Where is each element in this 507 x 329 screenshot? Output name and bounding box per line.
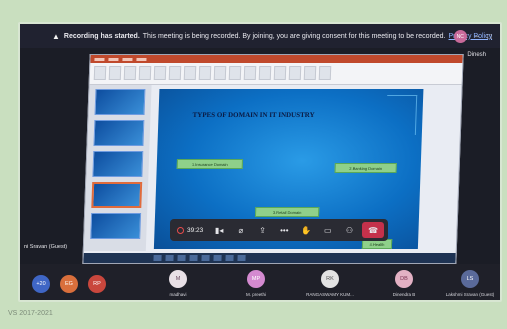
leave-icon[interactable]: ☎ — [362, 222, 384, 238]
participant-avatar: RK — [321, 270, 339, 288]
raise-hand-icon[interactable]: ✋ — [297, 222, 315, 238]
circuit-decoration — [385, 95, 418, 135]
warning-icon: ▲ — [52, 31, 60, 41]
slide-thumbnail[interactable] — [93, 120, 145, 146]
slide-box-retail: 3.Retail Domain — [254, 207, 320, 217]
participant-avatar-rp[interactable]: RP — [88, 275, 106, 293]
maximize-icon[interactable]: □ — [487, 32, 492, 41]
participant-avatar-eg[interactable]: EG — [60, 275, 78, 293]
meeting-toolbar: 39:23 ▮◂ ⌀ ⇪ ••• ✋ ▭ ⚇ ☎ — [170, 219, 388, 241]
recording-timer: 39:23 — [174, 222, 206, 238]
recording-banner: ▲ Recording has started. This meeting is… — [20, 24, 500, 48]
footer-label: VS 2017-2021 — [8, 310, 53, 317]
app-ribbon — [89, 63, 463, 85]
camera-icon[interactable]: ▮◂ — [210, 222, 228, 238]
participant-tile[interactable]: MP M. preethi — [228, 270, 284, 297]
guest-label: ni Sravan (Guest) — [24, 244, 68, 250]
host-avatar[interactable]: NC — [453, 30, 467, 43]
participant-name: Lakshmi Sravan (Guest) — [445, 292, 495, 297]
participant-tile[interactable]: RK RANGASWAMY KUM... — [302, 270, 358, 297]
participant-name: M. preethi — [245, 292, 266, 297]
chat-icon[interactable]: ▭ — [319, 222, 337, 238]
slide-thumbnail[interactable] — [94, 89, 146, 115]
participant-tile[interactable]: M madhavi — [150, 270, 206, 297]
recording-message: This meeting is being recorded. By joini… — [142, 32, 446, 40]
participant-avatar: MP — [247, 270, 265, 288]
slide-box-banking: 2.Banking Domain — [334, 163, 397, 173]
recording-title: Recording has started. — [63, 32, 140, 40]
host-name: Dinesh — [467, 52, 486, 58]
minimize-icon[interactable]: – — [475, 32, 479, 41]
meeting-window: ▲ Recording has started. This meeting is… — [18, 22, 502, 302]
participant-tile[interactable]: DB Dinendra B — [376, 270, 432, 297]
participant-name: RANGASWAMY KUM... — [306, 292, 354, 297]
slide-thumbnails — [83, 85, 152, 251]
slide-title: TYPES OF DOMAIN IN IT INDUSTRY — [192, 111, 315, 119]
participant-avatar: M — [169, 270, 187, 288]
taskbar — [83, 253, 456, 263]
participant-name: madhavi — [169, 292, 187, 297]
record-icon — [177, 226, 184, 234]
window-controls: NC – □ — [453, 30, 492, 43]
slide-box-insurance: 1.Insurance Domain — [176, 159, 243, 169]
slide-thumbnail[interactable] — [92, 151, 144, 177]
participants-icon[interactable]: ⚇ — [341, 222, 359, 238]
more-participants-avatar[interactable]: +20 — [32, 275, 50, 293]
more-icon[interactable]: ••• — [275, 222, 293, 238]
timer-text: 39:23 — [187, 226, 204, 234]
app-titlebar — [90, 55, 463, 63]
slide-thumbnail[interactable] — [90, 213, 142, 239]
slide-thumbnail[interactable] — [91, 182, 143, 208]
mic-off-icon[interactable]: ⌀ — [232, 222, 250, 238]
share-icon[interactable]: ⇪ — [254, 222, 272, 238]
participant-avatar: DB — [395, 270, 413, 288]
participant-name: Dinendra B — [392, 292, 416, 297]
participant-strip: +20 EG RP M madhavi MP M. preethi RK RAN… — [20, 264, 500, 300]
participant-tile[interactable]: LS Lakshmi Sravan (Guest) — [442, 270, 498, 297]
participant-avatar: LS — [461, 270, 479, 288]
